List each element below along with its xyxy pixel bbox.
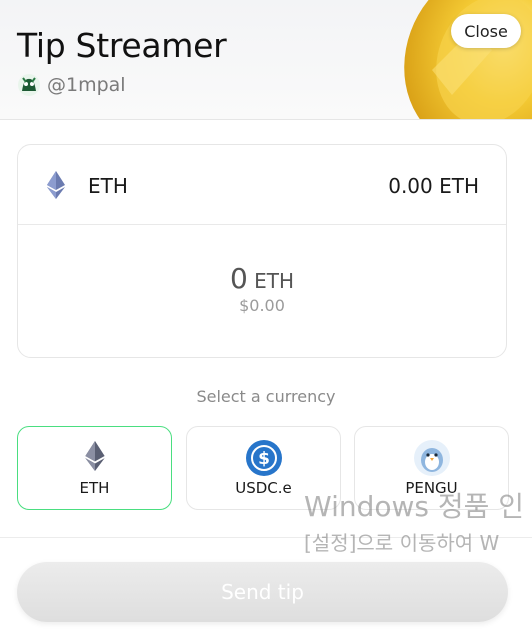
amount-card: ETH 0.00 ETH 0 ETH $0.00 — [17, 144, 507, 358]
currency-option-eth[interactable]: ETH — [17, 426, 172, 510]
watermark-line1: Windows 정품 인 — [304, 490, 525, 523]
token-balance: 0.00 ETH — [388, 174, 479, 198]
page-title: Tip Streamer — [17, 26, 227, 65]
streamer-username: @1mpal — [47, 74, 126, 96]
selected-token-label: ETH — [88, 174, 128, 198]
token-selector-row[interactable]: ETH 0.00 ETH — [18, 145, 506, 225]
avatar — [18, 74, 40, 96]
currency-option-label: ETH — [79, 479, 110, 497]
windows-activation-watermark: Windows 정품 인 [설정]으로 이동하여 W — [304, 485, 524, 556]
amount-value: 0 — [229, 262, 248, 295]
streamer-info: @1mpal — [17, 73, 126, 97]
close-button[interactable]: Close — [451, 14, 521, 48]
amount-unit: ETH — [254, 269, 295, 293]
svg-text:$: $ — [258, 449, 270, 469]
tip-amount: 0 ETH — [18, 262, 506, 295]
modal-header: Tip Streamer @1mpal Close — [0, 0, 532, 120]
amount-usd: $0.00 — [239, 296, 285, 315]
eth-icon — [84, 441, 105, 471]
usdc-icon: $ — [245, 440, 282, 476]
send-tip-button[interactable]: Send tip — [17, 562, 508, 622]
eth-icon — [47, 171, 65, 199]
select-currency-label: Select a currency — [196, 387, 336, 406]
pengu-icon — [413, 440, 450, 476]
watermark-line2: [설정]으로 이동하여 W — [304, 531, 500, 555]
amount-display[interactable]: 0 ETH $0.00 — [18, 262, 506, 315]
